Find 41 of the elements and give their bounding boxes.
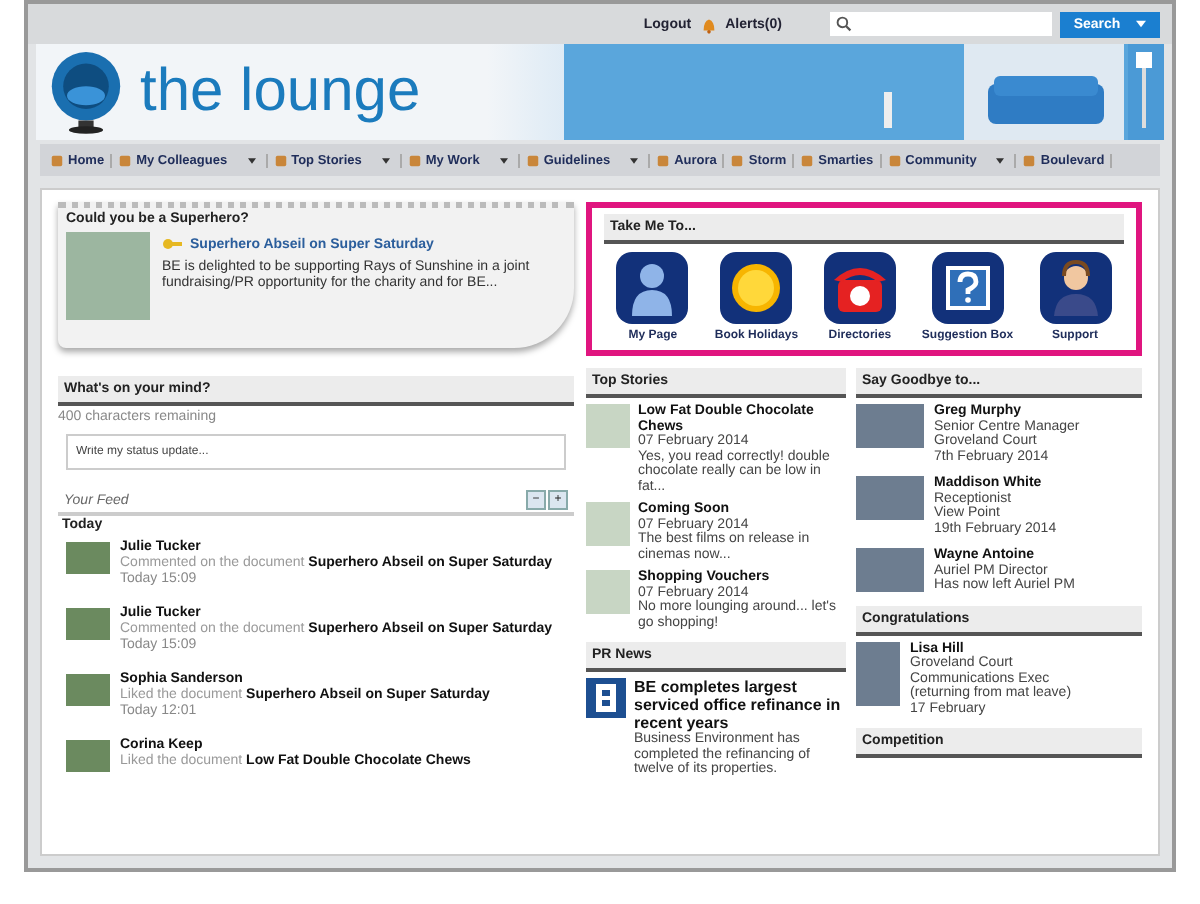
story-thumbnail	[586, 570, 630, 614]
menu-item-icon	[887, 153, 902, 167]
menu-item-icon	[1022, 153, 1037, 167]
photo-placeholder	[66, 232, 150, 320]
photo-placeholder	[856, 641, 900, 705]
shortcut-icon	[1039, 252, 1111, 324]
avatar-placeholder	[66, 740, 110, 772]
photo-placeholder	[856, 404, 924, 448]
ball-chair-logo-icon	[48, 48, 124, 136]
menu-item-icon	[730, 153, 745, 167]
avatar-placeholder	[66, 608, 110, 640]
shortcut-icon	[616, 252, 689, 324]
menu-item-icon	[50, 153, 64, 167]
menu-item-icon	[407, 153, 422, 167]
photo-placeholder	[856, 548, 924, 592]
menu-item-icon	[525, 153, 540, 167]
caret-icon	[630, 157, 639, 163]
menu-item-icon	[273, 153, 288, 167]
caret-icon	[996, 157, 1005, 163]
caret-icon	[499, 157, 508, 163]
caret-icon	[381, 157, 390, 163]
site-title: the lounge	[140, 62, 421, 122]
menu-item-icon	[118, 153, 133, 167]
menu-item-icon	[656, 153, 671, 167]
search-icon	[836, 16, 852, 32]
news-title[interactable]: BE completes largest serviced office refinance in recent years	[634, 678, 846, 732]
caret-icon	[1136, 19, 1147, 27]
menu-item-icon	[800, 153, 815, 167]
photo-placeholder	[856, 476, 924, 520]
key-icon	[162, 236, 182, 252]
story-thumbnail	[586, 502, 630, 546]
shortcut-icon	[823, 252, 896, 324]
shortcut-icon	[720, 252, 793, 324]
story-thumbnail	[586, 404, 630, 448]
shortcut-icon	[931, 252, 1004, 324]
search-field[interactable]	[830, 12, 1052, 36]
avatar-placeholder	[66, 674, 110, 706]
company-logo-icon	[586, 678, 626, 718]
caret-icon	[247, 157, 256, 163]
bell-icon	[699, 15, 718, 33]
avatar-placeholder	[66, 542, 110, 574]
